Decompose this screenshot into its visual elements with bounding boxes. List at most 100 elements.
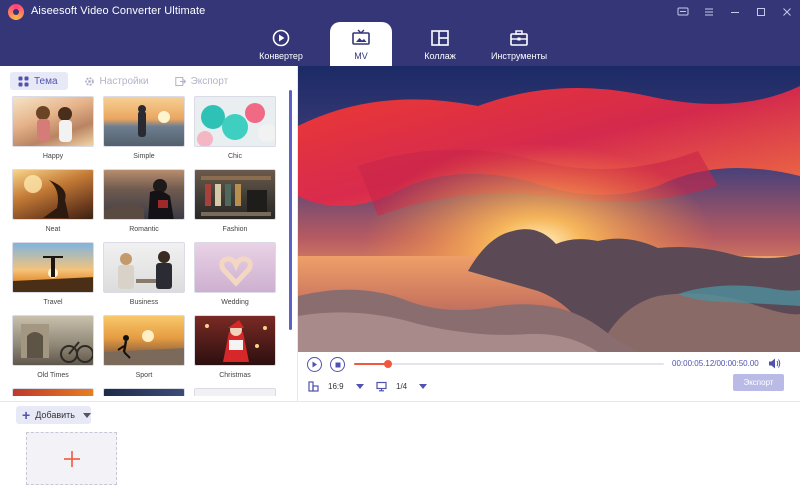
theme-item-chic[interactable]: Chic [194, 96, 278, 166]
theme-grid: Happy Simple Chic Neat Romantic Fashion … [12, 96, 282, 396]
theme-name: Christmas [219, 372, 251, 379]
collage-icon [429, 28, 451, 48]
subtabs: Тема Настройки Экспорт [10, 72, 238, 90]
add-plus-icon [63, 450, 80, 467]
theme-thumbnail [194, 388, 276, 396]
theme-item-wedding[interactable]: Wedding [194, 242, 278, 312]
plus-icon: + [22, 407, 31, 423]
theme-thumbnail [103, 242, 185, 293]
minimize-icon[interactable] [722, 0, 748, 24]
toolbox-icon [508, 28, 530, 48]
theme-name: Simple [133, 153, 155, 160]
tab-mv-label: MV [354, 51, 368, 61]
preview-image [298, 66, 800, 352]
theme-thumbnail [12, 169, 94, 220]
play-icon [312, 361, 317, 368]
theme-name: Old Times [37, 372, 69, 379]
volume-icon[interactable] [768, 357, 781, 370]
aspect-ratio-value: 16:9 [328, 381, 344, 391]
subtab-theme-label: Тема [34, 75, 58, 87]
theme-thumbnail [194, 169, 276, 220]
theme-name: Sport [135, 372, 153, 379]
theme-thumbnail [103, 169, 185, 220]
progress-fill [354, 363, 389, 365]
theme-thumbnail [12, 96, 94, 147]
progress-knob[interactable] [384, 360, 393, 368]
subtab-theme[interactable]: Тема [10, 72, 68, 90]
chevron-down-icon [82, 412, 91, 418]
theme-scrollbar[interactable] [289, 90, 292, 330]
monitor-icon [376, 381, 387, 391]
app-title: Aiseesoft Video Converter Ultimate [31, 5, 206, 17]
maximize-icon[interactable] [748, 0, 774, 24]
stop-button[interactable] [330, 357, 345, 372]
theme-thumbnail [103, 388, 185, 396]
theme-thumbnail [12, 315, 94, 366]
window-controls [670, 0, 800, 24]
tab-toolbox[interactable]: Инструменты [488, 22, 550, 66]
close-icon[interactable] [774, 0, 800, 24]
theme-item-neat[interactable]: Neat [12, 169, 96, 239]
play-button[interactable] [307, 357, 322, 372]
media-strip: + Добавить [0, 401, 800, 503]
tab-converter-label: Конвертер [259, 51, 303, 61]
main-tabs: Конвертер MV Коллаж Инструменты [0, 22, 800, 66]
theme-thumbnail [103, 315, 185, 366]
theme-item-partial[interactable] [12, 388, 96, 396]
tab-mv[interactable]: MV [330, 22, 392, 66]
subtab-settings-label: Настройки [99, 75, 149, 87]
subtab-settings[interactable]: Настройки [76, 72, 159, 90]
theme-name: Fashion [222, 226, 248, 233]
progress-track[interactable] [354, 360, 664, 368]
theme-item-business[interactable]: Business [103, 242, 187, 312]
export-icon [174, 76, 186, 86]
page-value: 1/4 [396, 381, 408, 391]
video-preview [298, 66, 800, 352]
theme-name: Chic [227, 153, 242, 160]
export-button[interactable]: Экспорт [733, 374, 784, 391]
menu-icon[interactable] [696, 0, 722, 24]
tab-toolbox-label: Инструменты [490, 51, 548, 61]
theme-item-travel[interactable]: Travel [12, 242, 96, 312]
chevron-down-icon [355, 383, 364, 389]
theme-thumbnail [12, 242, 94, 293]
feedback-icon[interactable] [670, 0, 696, 24]
theme-name: Business [129, 299, 159, 306]
convert-icon [270, 28, 292, 48]
subtab-export[interactable]: Экспорт [167, 72, 239, 90]
theme-name: Neat [45, 226, 61, 233]
aspect-ratio-select[interactable]: 16:9 [308, 379, 364, 393]
theme-thumbnail [194, 242, 276, 293]
time-readout: 00:00:05.12/00:00:50.00 [672, 359, 759, 368]
add-button-label: Добавить [35, 410, 75, 420]
player-controls: 00:00:05.12/00:00:50.00 16:9 1/4 Экспорт [298, 352, 800, 401]
theme-item-romantic[interactable]: Romantic [103, 169, 187, 239]
theme-item-partial[interactable] [194, 388, 278, 396]
page-select[interactable]: 1/4 [376, 379, 428, 393]
chevron-down-icon [419, 383, 428, 389]
theme-item-simple[interactable]: Simple [103, 96, 187, 166]
grid-icon [18, 76, 29, 86]
subtab-export-label: Экспорт [190, 75, 229, 87]
title-bar: Aiseesoft Video Converter Ultimate [0, 0, 800, 24]
theme-name: Wedding [221, 299, 249, 306]
app-logo [8, 4, 24, 20]
theme-item-christmas[interactable]: Christmas [194, 315, 278, 385]
gear-icon [84, 76, 94, 86]
theme-name: Romantic [129, 226, 159, 233]
theme-item-old-times[interactable]: Old Times [12, 315, 96, 385]
tab-collage-label: Коллаж [424, 51, 456, 61]
theme-thumbnail [194, 315, 276, 366]
theme-thumbnail [12, 388, 94, 396]
theme-item-fashion[interactable]: Fashion [194, 169, 278, 239]
theme-item-sport[interactable]: Sport [103, 315, 187, 385]
add-media-dropzone[interactable] [26, 432, 117, 485]
stop-icon [335, 362, 340, 367]
theme-item-happy[interactable]: Happy [12, 96, 96, 166]
theme-name: Happy [42, 153, 64, 160]
theme-item-partial[interactable] [103, 388, 187, 396]
app-header: Aiseesoft Video Converter Ultimate Конве… [0, 0, 800, 66]
tab-converter[interactable]: Конвертер [250, 22, 312, 66]
tab-collage[interactable]: Коллаж [409, 22, 471, 66]
add-button[interactable]: + Добавить [16, 406, 91, 424]
